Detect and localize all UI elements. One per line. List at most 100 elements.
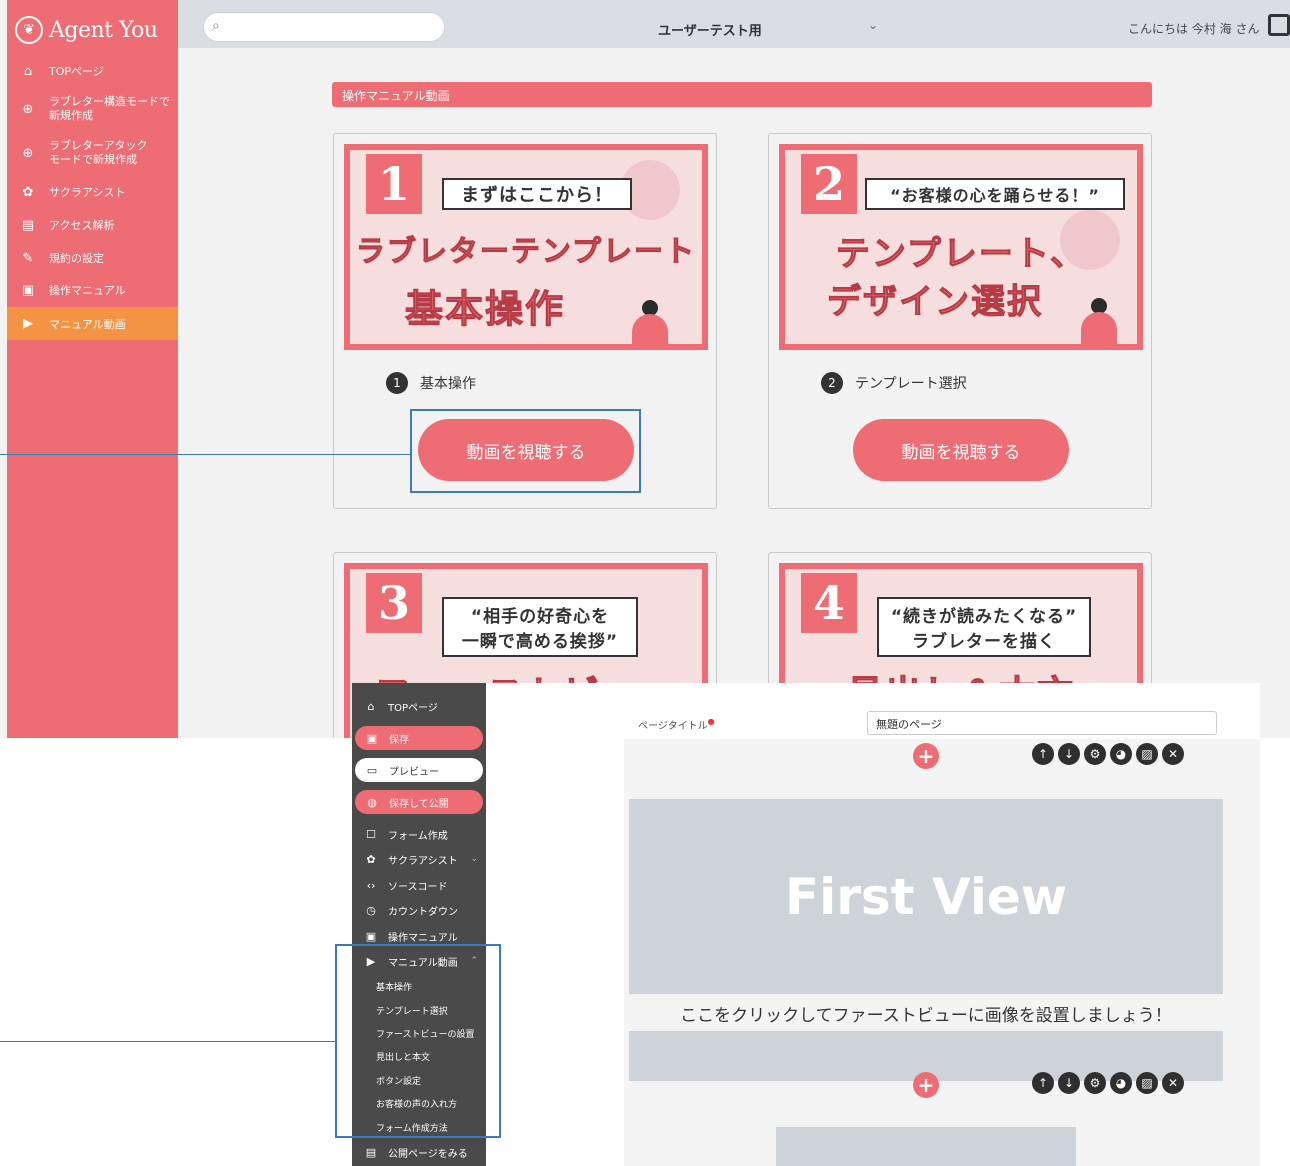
code-icon: ‹› [366,878,376,892]
thumbnail-tagline: “続きが読みたくなる” ラブレターを描く [877,597,1091,657]
callout-line [0,1041,335,1042]
thumbnail-title: テンプレート、 [835,234,1087,275]
editor-item-label: サクラアシスト [388,855,458,867]
move-up-icon[interactable]: ↑ [1032,1072,1054,1094]
clock-icon: ◷ [366,903,376,917]
video-card-2: 2 “お客様の心を踊らせる！” テンプレート、 デザイン選択 2 テンプレート選… [768,133,1152,509]
sidebar-item-sakura-assist[interactable]: ✿ サクラアシスト [7,181,178,203]
section-title: 操作マニュアル動画 [332,82,1152,107]
form-icon: ☐ [366,827,376,841]
editor-item-countdown[interactable]: ◷ カウントダウン [352,901,486,919]
search-input[interactable]: ⌕ [203,12,445,42]
publish-label: 保存して公開 [389,798,449,810]
first-view-hint[interactable]: ここをクリックしてファーストビューに画像を設置しましょう！ [624,1001,1228,1026]
editor-item-source[interactable]: ‹› ソースコード [352,876,486,894]
caption-text: テンプレート選択 [855,376,967,392]
video-thumbnail[interactable]: 1 まずはここから！ ラブレターテンプレート 基本操作 [344,144,708,350]
move-down-icon[interactable]: ↓ [1058,1072,1080,1094]
search-icon: ⌕ [212,18,220,34]
move-up-icon[interactable]: ↑ [1032,743,1054,765]
callout-highlight-video-menu [335,944,501,1138]
page-icon: ▤ [365,1145,377,1159]
sidebar-item-new-structure[interactable]: ⊕ ラブレター構造モードで 新規作成 [7,92,178,126]
home-icon: ⌂ [367,699,375,713]
sidebar-item-label: 規約の設定 [49,252,104,265]
thumbnail-subtitle: 基本操作 [404,287,565,332]
manual-video-page: ❦ Agent You ⌂ TOPページ ⊕ ラブレター構造モードで 新規作成 … [0,0,1290,738]
editor-item-label: カウントダウン [388,906,458,918]
palette-icon[interactable]: ◕ [1110,1072,1132,1094]
logo-text: Agent You [49,17,158,43]
image-icon[interactable]: ▨ [1136,1072,1158,1094]
content-block[interactable] [776,1127,1076,1166]
editor-item-form[interactable]: ☐ フォーム作成 [352,825,486,843]
add-block-button[interactable]: + [913,1072,939,1098]
composite-screenshot: ❦ Agent You ⌂ TOPページ ⊕ ラブレター構造モードで 新規作成 … [0,0,1290,1166]
logo[interactable]: ❦ Agent You [7,0,178,60]
thumbnail-tagline: まずはここから！ [442,178,632,210]
settings-icon[interactable]: ⚙ [1084,743,1106,765]
video-caption: 2 テンプレート選択 [821,372,967,394]
document-edit-icon: ✎ [22,250,34,266]
first-view-block[interactable]: First View [629,799,1223,994]
sidebar-item-manual-video[interactable]: ▶ マニュアル動画 [7,307,178,340]
home-icon: ⌂ [23,63,33,79]
thumbnail-tagline: “相手の好奇心を 一瞬で高める挨拶” [442,597,638,657]
close-icon[interactable]: ✕ [1162,743,1184,765]
add-block-button[interactable]: + [913,743,939,769]
editor-item-label: 公開ページをみる [388,1148,468,1160]
thumbnail-subtitle: デザイン選択 [827,282,1043,323]
first-view-title: First View [784,867,1068,926]
chevron-down-icon[interactable]: ⌄ [868,18,878,32]
save-button[interactable]: ▣ 保存 [355,726,483,750]
callout-line [0,454,410,455]
chevron-down-icon[interactable]: ⌄ [470,854,478,864]
watch-video-button[interactable]: 動画を視聴する [853,419,1069,481]
chapter-number: 2 [801,154,857,214]
avatar[interactable] [1268,14,1290,36]
tagline-line-1: “相手の好奇心を [470,607,610,627]
sidebar-item-analytics[interactable]: ▤ アクセス解析 [7,214,178,236]
palette-icon[interactable]: ◕ [1110,743,1132,765]
organization-selector[interactable]: ユーザーテスト用 [658,20,762,39]
block-controls: ↑ ↓ ⚙ ◕ ▨ ✕ [1032,1072,1184,1094]
preview-button[interactable]: ▭ プレビュー [355,758,483,782]
close-icon[interactable]: ✕ [1162,1072,1184,1094]
video-caption: 1 基本操作 [386,372,476,394]
save-and-publish-button[interactable]: ◍ 保存して公開 [355,790,483,814]
chart-icon: ▤ [21,217,35,233]
sidebar-item-terms[interactable]: ✎ 規約の設定 [7,247,178,269]
editor-item-top[interactable]: ⌂ TOPページ [352,697,486,715]
editor-canvas: + ↑ ↓ ⚙ ◕ ▨ ✕ First View ここをクリックしてファーストビ… [624,739,1260,1166]
chapter-number: 1 [366,154,422,214]
move-down-icon[interactable]: ↓ [1058,743,1080,765]
editor-item-label: ソースコード [388,881,448,893]
editor-item-label: TOPページ [388,702,438,714]
sidebar-item-manual[interactable]: ▣ 操作マニュアル [7,279,178,301]
chapter-number: 3 [366,573,422,633]
sidebar-item-new-attack[interactable]: ⊕ ラブレターアタック モードで新規作成 [7,136,178,170]
editor-item-sakura[interactable]: ✿ サクラアシスト ⌄ [352,850,486,868]
page-title-label-text: ページタイトル [638,721,708,732]
thumbnail-title: ラブレターテンプレート [355,234,697,269]
tree-logo-icon: ❦ [15,16,43,44]
user-greeting: こんにちは 今村 海 さん [1128,22,1260,36]
sidebar-item-label: TOPページ [49,65,104,78]
label-line-2: 新規作成 [49,109,93,122]
label-line-1: ラブレター構造モードで [49,95,170,108]
video-thumbnail[interactable]: 2 “お客様の心を踊らせる！” テンプレート、 デザイン選択 [779,144,1143,350]
chapter-badge: 2 [821,372,843,394]
plus-circle-icon: ⊕ [22,145,34,161]
editor-item-public-page[interactable]: ▤ 公開ページをみる [352,1143,486,1161]
sidebar-item-top[interactable]: ⌂ TOPページ [7,60,178,82]
settings-icon[interactable]: ⚙ [1084,1072,1106,1094]
caption-text: 基本操作 [420,376,476,392]
image-icon[interactable]: ▨ [1136,743,1158,765]
top-bar: ⌕ ユーザーテスト用 ⌄ こんにちは 今村 海 さん [178,0,1290,48]
page-title-input[interactable]: 無題のページ [867,711,1217,735]
plus-circle-icon: ⊕ [22,101,34,117]
sidebar-item-label: 操作マニュアル [49,284,126,297]
flower-icon: ✿ [366,852,376,866]
editor-item-manual[interactable]: ▣ 操作マニュアル [352,927,486,945]
sidebar-item-label: ラブレターアタック モードで新規作成 [49,139,148,167]
